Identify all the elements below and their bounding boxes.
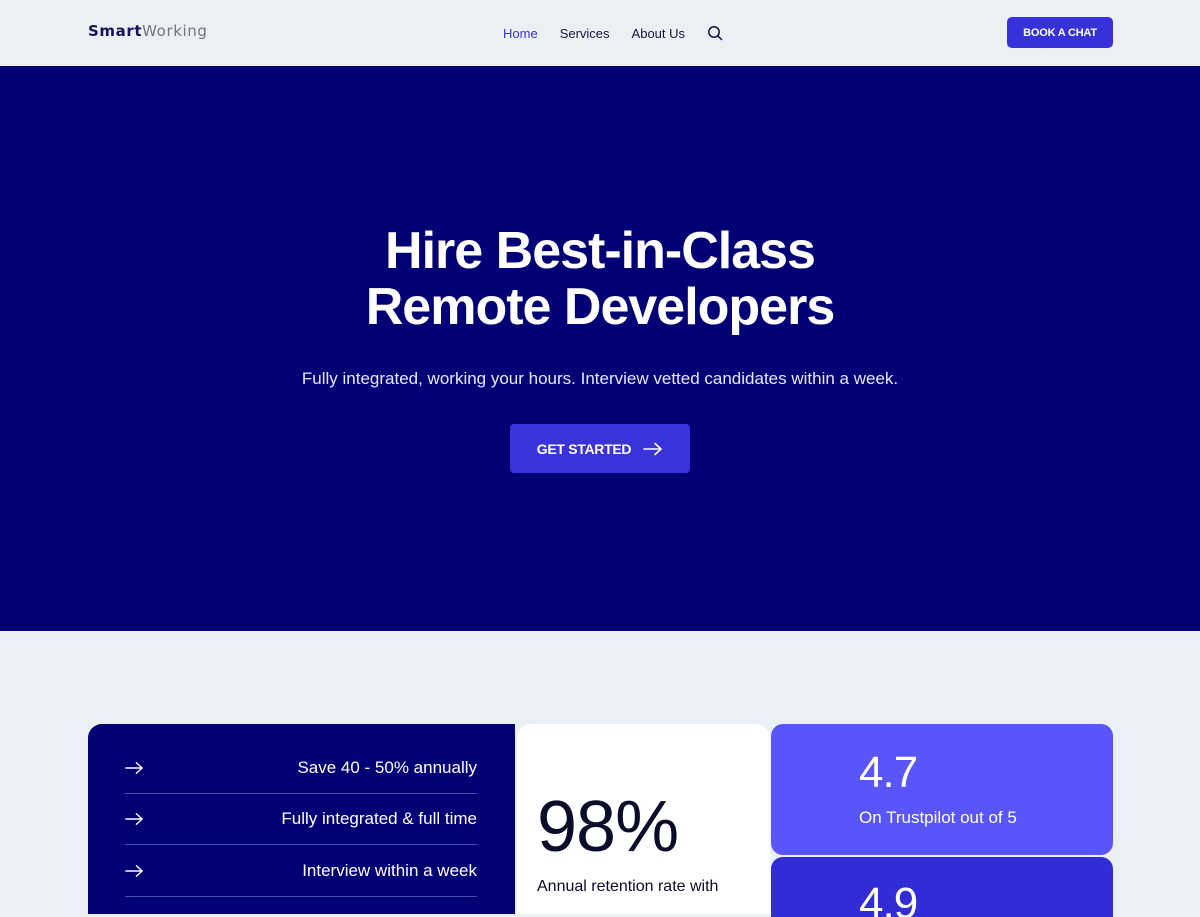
feature-label: Fully integrated & full time (281, 809, 477, 828)
retention-value: 98% (537, 787, 679, 867)
feature-label: Interview within a week (302, 861, 477, 880)
arrow-right-icon (643, 442, 663, 455)
rating2-value: 4.9 (859, 879, 918, 917)
trustpilot-rating-card: 4.7 On Trustpilot out of 5 (771, 724, 1113, 855)
feature-item: Fully integrated & full time (125, 794, 477, 845)
nav-services[interactable]: Services (560, 26, 610, 41)
logo-working: Working (142, 22, 208, 40)
feature-item: Save 40 - 50% annually (125, 743, 477, 794)
second-rating-card: 4.9 (771, 857, 1113, 917)
rating-label: On Trustpilot out of 5 (859, 808, 1017, 827)
logo-smart: Smart (88, 22, 143, 40)
retention-label: Annual retention rate with (537, 878, 719, 895)
hero-title-line1: Hire Best-in-Class (385, 222, 816, 280)
nav-home[interactable]: Home (503, 26, 538, 41)
get-started-label: GET STARTED (536, 440, 632, 457)
arrow-right-icon (125, 865, 143, 877)
book-a-chat-button[interactable]: BOOK A CHAT (1007, 17, 1113, 48)
site-header: SmartWorking Home Services About Us BOOK… (0, 0, 1200, 66)
hero-subtitle: Fully integrated, working your hours. In… (301, 369, 899, 388)
features-card: Save 40 - 50% annually Fully integrated … (88, 724, 515, 914)
feature-item: Interview within a week (125, 846, 477, 897)
nav-about-us[interactable]: About Us (632, 26, 685, 41)
retention-card: 98% Annual retention rate with (517, 724, 770, 914)
rating-value: 4.7 (859, 748, 918, 797)
hero-section: Hire Best-in-Class Remote Developers Ful… (0, 66, 1200, 631)
feature-label: Save 40 - 50% annually (297, 758, 477, 777)
arrow-right-icon (125, 762, 143, 774)
logo[interactable]: SmartWorking (88, 22, 208, 40)
main-nav: Home Services About Us (503, 25, 723, 41)
arrow-right-icon (125, 813, 143, 825)
hero-title-line2: Remote Developers (365, 278, 836, 336)
get-started-button[interactable]: GET STARTED (510, 424, 690, 473)
hero-title: Hire Best-in-Class Remote Developers (0, 223, 1200, 335)
search-icon[interactable] (707, 25, 723, 41)
